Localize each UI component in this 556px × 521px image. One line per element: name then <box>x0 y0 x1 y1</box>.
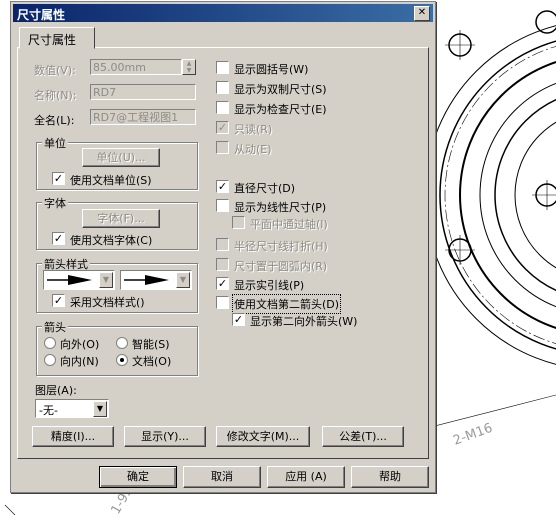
tolerance-button[interactable]: 公差(T)... <box>322 426 404 447</box>
show-parentheses-checkbox[interactable] <box>216 61 229 74</box>
layer-select[interactable]: -无- ▼ <box>35 399 109 418</box>
modify-text-button[interactable]: 修改文字(M)... <box>216 426 310 447</box>
use-document-font-label: 使用文档字体(C) <box>70 234 153 247</box>
value-field[interactable]: 85.00mm <box>90 59 182 75</box>
arrow-style-select-2[interactable]: ▼ <box>120 270 192 290</box>
cancel-button[interactable]: 取消 <box>183 466 261 488</box>
use-document-font-checkbox[interactable]: ✓ <box>52 232 65 245</box>
display-button[interactable]: 显示(Y)... <box>124 426 206 447</box>
through-axis-label: 平面中通过轴(I) <box>250 218 328 231</box>
tab-label: 尺寸属性 <box>28 33 77 47</box>
inside-arc-label: 尺寸置于圆弧内(R) <box>234 260 328 273</box>
dialog-title: 尺寸属性 <box>17 8 66 22</box>
radius-jog-checkbox[interactable] <box>216 238 229 251</box>
close-icon[interactable]: ✕ <box>414 6 430 21</box>
arrow-right-icon <box>47 275 92 285</box>
dual-dimension-label: 显示为双制尺寸(S) <box>234 83 327 96</box>
use-document-style-checkbox[interactable]: ✓ <box>52 294 65 307</box>
radio-outward-label: 向外(O) <box>60 338 100 351</box>
help-button[interactable]: 帮助 <box>351 466 429 488</box>
radio-outward[interactable] <box>44 337 56 349</box>
diameter-dimension-checkbox[interactable]: ✓ <box>216 180 229 193</box>
dimension-properties-dialog: 尺寸属性 ✕ 尺寸属性 数值(V): 85.00mm ▲ ▼ 名称(N): RD… <box>10 1 436 493</box>
second-arrow-label: 使用文档第二箭头(D) <box>231 294 342 314</box>
arrow-style-select-1[interactable]: ▼ <box>43 270 115 290</box>
unit-group-title: 单位 <box>42 135 68 151</box>
second-arrow-checkbox[interactable] <box>216 296 229 309</box>
use-document-style-label: 采用文档样式() <box>70 296 145 309</box>
through-axis-checkbox[interactable] <box>232 216 245 229</box>
second-outward-arrow-checkbox[interactable]: ✓ <box>232 313 245 326</box>
show-parentheses-label: 显示圆括号(W) <box>234 63 309 76</box>
tab-panel: 数值(V): 85.00mm ▲ ▼ 名称(N): RD7 全名(L): RD7… <box>17 47 429 459</box>
spin-down-icon[interactable]: ▼ <box>183 67 195 74</box>
radio-inward[interactable] <box>44 354 56 366</box>
inspection-dimension-checkbox[interactable] <box>216 101 229 114</box>
inspection-dimension-label: 显示为检查尺寸(E) <box>234 103 327 116</box>
layer-label: 图层(A): <box>35 384 77 397</box>
font-button[interactable]: 字体(F)... <box>82 209 160 228</box>
diameter-dimension-label: 直径尺寸(D) <box>234 182 296 195</box>
ok-button[interactable]: 确定 <box>99 466 177 488</box>
dual-dimension-checkbox[interactable] <box>216 81 229 94</box>
title-bar[interactable]: 尺寸属性 ✕ <box>13 4 433 22</box>
driven-label: 从动(E) <box>234 143 272 156</box>
chevron-down-icon[interactable]: ▼ <box>99 272 113 288</box>
show-linear-checkbox[interactable] <box>216 199 229 212</box>
unit-button[interactable]: 单位(U)... <box>82 148 160 167</box>
tab-dimension-properties[interactable]: 尺寸属性 <box>19 27 95 49</box>
radio-document[interactable] <box>116 354 128 366</box>
radio-smart[interactable] <box>116 337 128 349</box>
driven-checkbox[interactable] <box>216 141 229 154</box>
name-label: 名称(N): <box>34 89 77 102</box>
solid-leader-checkbox[interactable]: ✓ <box>216 277 229 290</box>
fullname-field[interactable]: RD7@工程视图1 <box>90 109 196 125</box>
arrow-right-icon <box>124 275 169 285</box>
font-group-title: 字体 <box>42 195 68 211</box>
value-label: 数值(V): <box>34 64 76 77</box>
read-only-label: 只读(R) <box>234 123 273 136</box>
radio-inward-label: 向内(N) <box>60 355 99 368</box>
radio-smart-label: 智能(S) <box>132 338 170 351</box>
use-document-units-checkbox[interactable]: ✓ <box>52 172 65 185</box>
inside-arc-checkbox[interactable] <box>216 258 229 271</box>
fullname-label: 全名(L): <box>34 114 75 127</box>
read-only-checkbox[interactable]: ✓ <box>216 121 229 134</box>
use-document-units-label: 使用文档单位(S) <box>70 174 152 187</box>
apply-button[interactable]: 应用 (A) <box>267 466 345 488</box>
spin-up-icon[interactable]: ▲ <box>183 60 195 67</box>
layer-select-value: -无- <box>39 404 58 417</box>
precision-button[interactable]: 精度(I)... <box>32 426 114 447</box>
value-spinner[interactable]: ▲ ▼ <box>182 59 196 75</box>
name-field[interactable]: RD7 <box>90 84 196 100</box>
solid-leader-label: 显示实引线(P) <box>234 279 305 292</box>
radio-document-label: 文档(O) <box>132 355 172 368</box>
show-linear-label: 显示为线性尺寸(P) <box>234 201 327 214</box>
radius-jog-label: 半径尺寸线打折(H) <box>234 240 328 253</box>
chevron-down-icon[interactable]: ▼ <box>176 272 190 288</box>
second-outward-arrow-label: 显示第二向外箭头(W) <box>250 315 358 328</box>
chevron-down-icon[interactable]: ▼ <box>93 401 107 417</box>
arrow-group-title: 箭头 <box>42 319 68 335</box>
